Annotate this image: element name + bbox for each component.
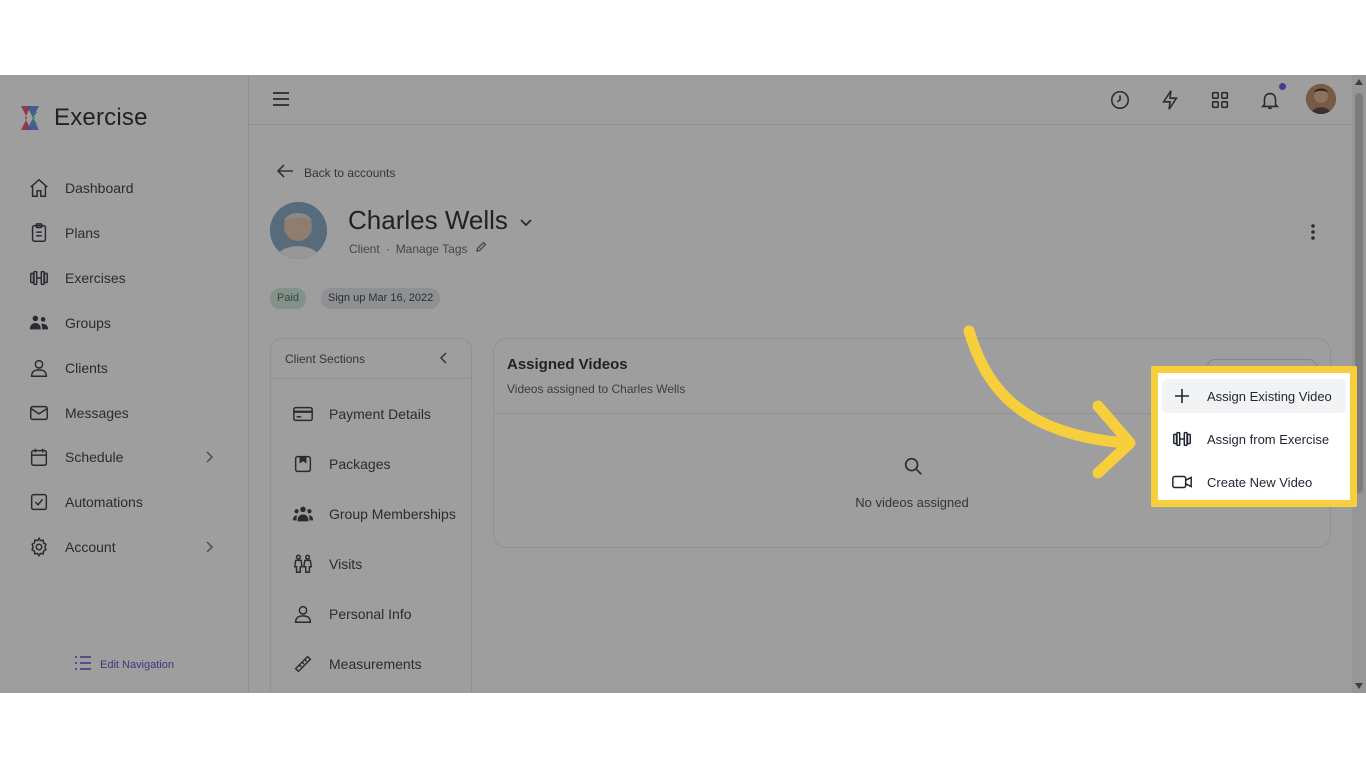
sidebar-item-plans[interactable]: Plans — [27, 218, 227, 248]
sidebar-item-label: Plans — [65, 225, 101, 241]
sidebar-item-exercises[interactable]: Exercises — [27, 263, 227, 293]
client-sections-panel: Client Sections Payment Details Packages… — [270, 338, 472, 693]
arrow-left-icon — [276, 163, 294, 182]
notification-dot — [1279, 83, 1286, 90]
sidebar-item-clients[interactable]: Clients — [27, 353, 227, 383]
calendar-icon — [27, 445, 51, 469]
logo-icon — [17, 104, 45, 132]
scroll-up-arrow[interactable] — [1355, 79, 1363, 85]
back-label: Back to accounts — [304, 165, 396, 180]
section-packages[interactable]: Packages — [291, 450, 390, 478]
search-icon — [902, 455, 924, 482]
section-group-memberships[interactable]: Group Memberships — [291, 500, 456, 528]
app-window: Exercise Dashboard Plans Exercises Group… — [0, 75, 1366, 693]
assign-video-dropdown: Assign Existing Video Assign from Exerci… — [1151, 366, 1357, 507]
more-options-icon[interactable] — [1305, 222, 1321, 247]
hamburger-menu-icon[interactable] — [271, 89, 291, 114]
sidebar-item-messages[interactable]: Messages — [27, 398, 227, 428]
users-icon — [27, 311, 51, 335]
edit-navigation-label: Edit Navigation — [100, 658, 174, 671]
user-icon — [291, 602, 315, 626]
sidebar-item-schedule[interactable]: Schedule — [27, 442, 227, 472]
gear-icon — [27, 535, 51, 559]
create-new-video-option[interactable]: Create New Video — [1162, 465, 1346, 499]
dumbbell-icon — [1171, 428, 1193, 450]
home-icon — [27, 176, 51, 200]
sidebar-item-account[interactable]: Account — [27, 532, 227, 562]
client-subtitle: Client · Manage Tags — [349, 241, 487, 256]
client-sections-title: Client Sections — [285, 351, 366, 366]
scroll-down-arrow[interactable] — [1355, 683, 1363, 689]
app-name: Exercise — [54, 104, 148, 131]
grid-icon[interactable] — [1209, 89, 1233, 113]
section-measurements[interactable]: Measurements — [291, 650, 422, 678]
sidebar-item-dashboard[interactable]: Dashboard — [27, 173, 227, 203]
back-to-accounts-link[interactable]: Back to accounts — [276, 163, 395, 182]
assign-existing-video-option[interactable]: Assign Existing Video — [1162, 379, 1346, 413]
app-logo[interactable]: Exercise — [17, 104, 148, 132]
assign-from-exercise-option[interactable]: Assign from Exercise — [1162, 422, 1346, 456]
edit-navigation-link[interactable]: Edit Navigation — [74, 655, 174, 674]
ruler-icon — [291, 652, 315, 676]
sidebar-item-label: Messages — [65, 405, 129, 421]
client-name: Charles Wells — [348, 205, 508, 235]
video-camera-icon — [1171, 471, 1193, 493]
sidebar-item-automations[interactable]: Automations — [27, 487, 227, 517]
sidebar-item-label: Schedule — [65, 449, 124, 465]
client-sections-header: Client Sections — [271, 339, 471, 379]
pencil-icon[interactable] — [475, 241, 487, 256]
assigned-videos-title: Assigned Videos — [507, 356, 628, 373]
mail-icon — [27, 401, 51, 425]
chevron-down-icon[interactable] — [518, 214, 534, 235]
client-avatar — [270, 202, 327, 259]
status-badge-paid: Paid — [270, 288, 307, 309]
manage-tags-link[interactable]: Manage Tags — [396, 242, 468, 256]
checkbox-icon — [27, 490, 51, 514]
clock-icon[interactable] — [1109, 89, 1133, 113]
dumbbell-icon — [27, 266, 51, 290]
sidebar-item-label: Account — [65, 539, 116, 555]
sidebar-item-groups[interactable]: Groups — [27, 308, 227, 338]
chevron-right-icon — [201, 449, 217, 465]
section-visits[interactable]: Visits — [291, 550, 362, 578]
clipboard-icon — [27, 221, 51, 245]
user-icon — [27, 356, 51, 380]
bell-icon[interactable] — [1259, 89, 1283, 113]
chevron-right-icon — [201, 539, 217, 555]
sidebar-item-label: Clients — [65, 360, 108, 376]
sidebar-item-label: Exercises — [65, 270, 126, 286]
sidebar-item-label: Dashboard — [65, 180, 134, 196]
user-avatar[interactable] — [1306, 84, 1336, 114]
assigned-videos-subtitle: Videos assigned to Charles Wells — [507, 382, 686, 396]
users-icon — [291, 502, 315, 526]
highlight-arrow — [963, 325, 1136, 479]
credit-card-icon — [291, 402, 315, 426]
top-bar — [249, 75, 1366, 125]
lightning-icon[interactable] — [1159, 89, 1183, 113]
sidebar: Exercise Dashboard Plans Exercises Group… — [0, 75, 249, 693]
section-payment-details[interactable]: Payment Details — [291, 400, 431, 428]
sidebar-item-label: Groups — [65, 315, 111, 331]
list-icon — [74, 655, 92, 674]
plus-icon — [1171, 385, 1193, 407]
client-role: Client — [349, 241, 380, 256]
sidebar-item-label: Automations — [65, 494, 143, 510]
chevron-left-icon[interactable] — [437, 351, 451, 368]
section-personal-info[interactable]: Personal Info — [291, 600, 412, 628]
signup-date-badge: Sign up Mar 16, 2022 — [321, 288, 441, 309]
package-icon — [291, 452, 315, 476]
people-icon — [291, 552, 315, 576]
